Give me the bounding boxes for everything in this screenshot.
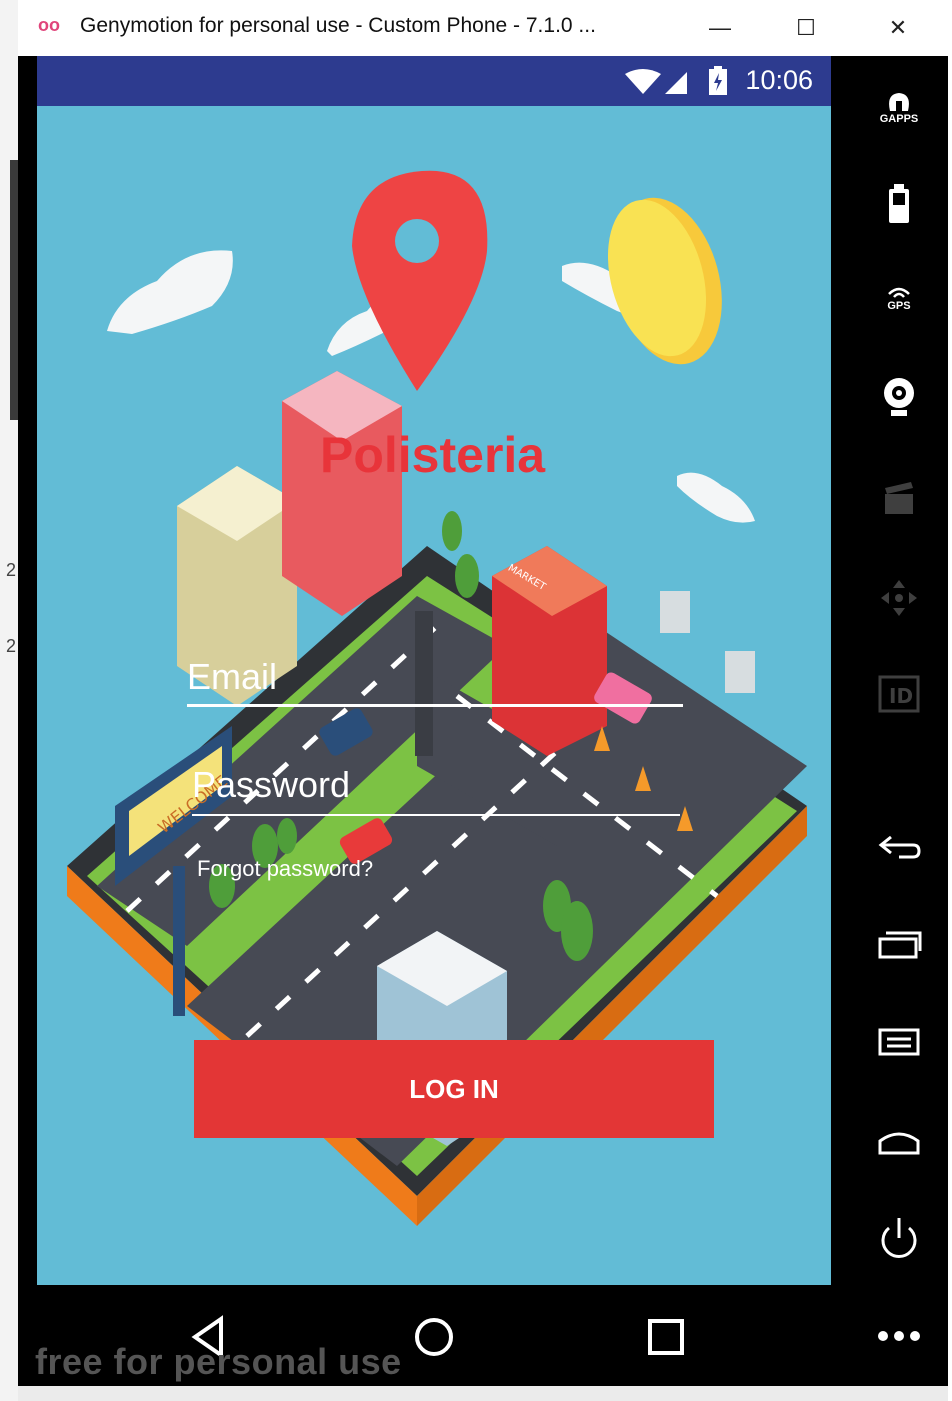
clapper-icon [850, 468, 948, 528]
email-field[interactable]: Email [187, 656, 687, 716]
dpad-icon [850, 568, 948, 628]
host-scrollbar [10, 160, 18, 420]
host-background-bottom [18, 1386, 948, 1401]
host-text-fragment: 2 [6, 636, 17, 656]
login-button[interactable]: LOG IN [194, 1040, 714, 1138]
watermark-text: free for personal use [35, 1341, 402, 1382]
genymotion-logo-icon: oo [38, 15, 60, 35]
password-placeholder: Password [192, 764, 351, 805]
nav-home-icon[interactable] [404, 1309, 464, 1365]
back-icon[interactable] [850, 816, 948, 876]
host-background-left: 2 2 [0, 0, 18, 1401]
genymotion-sidebar: GAPPS GPS ID [850, 56, 948, 1386]
forgot-password-link[interactable]: Forgot password? [197, 856, 373, 882]
gps-icon[interactable]: GPS [850, 268, 948, 328]
gapps-icon[interactable]: GAPPS [850, 78, 948, 138]
email-underline [187, 704, 683, 707]
window-titlebar: oo Genymotion for personal use - Custom … [18, 0, 948, 56]
close-button[interactable]: ✕ [868, 6, 928, 50]
menu-icon[interactable] [850, 1012, 948, 1072]
home-icon[interactable] [850, 1112, 948, 1172]
window-title: Genymotion for personal use - Custom Pho… [80, 14, 596, 37]
more-icon[interactable] [850, 1306, 948, 1366]
battery-icon[interactable] [850, 174, 948, 234]
nav-recents-icon[interactable] [636, 1309, 696, 1365]
app-brand-logo: Polisteria [320, 427, 546, 483]
emulator-window: 10:06 WELCOME MARKET Polisteria Email Pa… [18, 56, 948, 1386]
status-time: 10:06 [745, 65, 813, 95]
password-field[interactable]: Password [192, 764, 682, 824]
gps-label: GPS [887, 300, 911, 312]
app-screen: WELCOME MARKET Polisteria Email Password… [37, 106, 831, 1285]
battery-charging-icon [709, 66, 727, 95]
android-statusbar: 10:06 [37, 56, 831, 106]
host-text-fragment: 2 [6, 560, 17, 580]
power-icon[interactable] [850, 1208, 948, 1268]
email-placeholder: Email [187, 656, 278, 697]
recents-icon[interactable] [850, 914, 948, 974]
gapps-label: GAPPS [879, 113, 919, 125]
password-underline [192, 814, 680, 816]
maximize-button[interactable]: ☐ [776, 6, 836, 50]
wifi-signal-icon [625, 69, 687, 94]
webcam-icon[interactable] [850, 368, 948, 428]
minimize-button[interactable]: — [690, 6, 750, 50]
id-icon: ID [850, 664, 948, 724]
svg-text:ID: ID [889, 684, 913, 708]
